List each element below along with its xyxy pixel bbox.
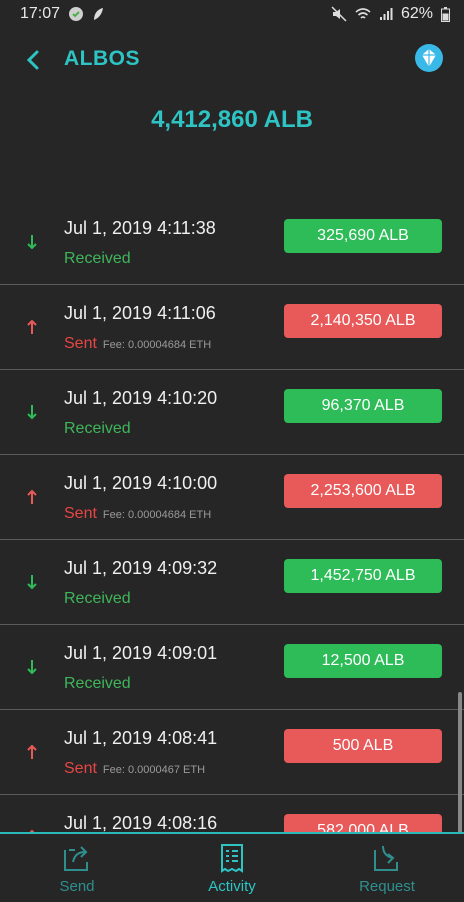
transaction-amount-badge: 12,500 ALB	[284, 644, 442, 678]
transaction-amount-badge: 325,690 ALB	[284, 219, 442, 253]
transaction-status: Received	[64, 250, 131, 268]
nav-request-label: Request	[359, 878, 415, 895]
nav-activity[interactable]: Activity	[155, 834, 309, 902]
transaction-status: Sent Fee: 0.00004684 ETH	[64, 335, 211, 353]
nav-request[interactable]: Request	[310, 834, 464, 902]
transaction-amount-badge: 1,452,750 ALB	[284, 559, 442, 593]
status-bar: 17:07 62%	[0, 0, 464, 28]
app-header: ALBOS	[0, 38, 464, 82]
arrow-down-icon	[26, 404, 38, 420]
transaction-row[interactable]: Jul 1, 2019 4:09:32 Received 1,452,750 ALB	[0, 540, 464, 625]
mute-icon	[331, 6, 347, 22]
battery-icon	[441, 6, 450, 22]
request-icon	[371, 842, 403, 874]
transaction-row[interactable]: Jul 1, 2019 4:08:16 582,000 ALB	[0, 795, 464, 832]
transaction-fee: Fee: 0.0000467 ETH	[102, 764, 206, 776]
transaction-row[interactable]: Jul 1, 2019 4:10:20 Received 96,370 ALB	[0, 370, 464, 455]
transaction-row[interactable]: Jul 1, 2019 4:10:00 Sent Fee: 0.00004684 E…	[0, 455, 464, 540]
send-icon	[61, 842, 93, 874]
transaction-status-label: Received	[64, 590, 131, 607]
transaction-date: Jul 1, 2019 4:11:38	[64, 218, 216, 238]
bottom-nav: Send Activity Request	[0, 832, 464, 902]
transaction-status-label: Sent	[64, 505, 97, 522]
status-time: 17:07	[20, 5, 61, 22]
battery-percent: 62%	[400, 5, 433, 22]
transaction-status: Sent Fee: 0.0000467 ETH	[64, 760, 205, 778]
activity-icon	[216, 842, 248, 874]
scrollbar[interactable]	[458, 692, 462, 850]
arrow-up-icon	[26, 489, 38, 505]
arrow-up-icon	[26, 319, 38, 335]
transaction-row[interactable]: Jul 1, 2019 4:11:06 Sent Fee: 0.00004684 E…	[0, 285, 464, 370]
albos-logo-icon[interactable]	[415, 44, 443, 72]
wallet-balance: 4,412,860 ALB	[151, 106, 313, 133]
transaction-date: Jul 1, 2019 4:09:32	[64, 558, 218, 578]
transaction-amount-badge: 2,253,600 ALB	[284, 474, 442, 508]
nav-send-label: Send	[59, 878, 95, 895]
transaction-row[interactable]: Jul 1, 2019 4:09:01 Received 12,500 ALB	[0, 625, 464, 710]
transaction-status-label: Received	[64, 250, 131, 267]
transaction-status: Sent Fee: 0.00004684 ETH	[64, 505, 211, 523]
arrow-down-icon	[26, 574, 38, 590]
leaf-icon	[92, 7, 104, 21]
status-bar-right: 62%	[331, 5, 450, 23]
transaction-amount-badge: 2,140,350 ALB	[284, 304, 442, 338]
transaction-status: Received	[64, 590, 131, 608]
transaction-row[interactable]: Jul 1, 2019 4:08:41 Sent Fee: 0.0000467 ET…	[0, 710, 464, 795]
transaction-fee: Fee: 0.00004684 ETH	[102, 509, 212, 521]
nav-send[interactable]: Send	[0, 834, 154, 902]
transaction-amount-badge: 500 ALB	[284, 729, 442, 763]
transaction-date: Jul 1, 2019 4:09:01	[64, 643, 218, 663]
arrow-down-icon	[26, 659, 38, 675]
transaction-amount-badge: 582,000 ALB	[284, 814, 442, 832]
transaction-date: Jul 1, 2019 4:08:41	[64, 728, 218, 748]
transaction-date: Jul 1, 2019 4:08:16	[64, 813, 218, 832]
arrow-up-icon	[26, 744, 38, 760]
transaction-status-label: Sent	[64, 760, 97, 777]
transaction-status-label: Received	[64, 420, 131, 437]
transaction-date: Jul 1, 2019 4:11:06	[64, 303, 216, 323]
page-title: ALBOS	[64, 47, 140, 70]
signal-icon	[379, 7, 393, 21]
transaction-date: Jul 1, 2019 4:10:20	[64, 388, 218, 408]
transaction-status-label: Received	[64, 675, 131, 692]
back-button[interactable]	[22, 46, 46, 74]
app-notification-icon	[68, 6, 84, 22]
transaction-amount-badge: 96,370 ALB	[284, 389, 442, 423]
chevron-left-icon	[22, 50, 46, 78]
wifi-icon	[355, 7, 371, 21]
transaction-status: Received	[64, 420, 131, 438]
nav-activity-label: Activity	[208, 878, 256, 895]
transaction-fee: Fee: 0.00004684 ETH	[102, 339, 212, 351]
arrow-down-icon	[26, 234, 38, 250]
transaction-row[interactable]: Jul 1, 2019 4:11:38 Received 325,690 ALB	[0, 200, 464, 285]
transaction-status-label: Sent	[64, 335, 97, 352]
transaction-list: Jul 1, 2019 4:11:38 Received 325,690 ALB Ju…	[0, 200, 464, 832]
transaction-date: Jul 1, 2019 4:10:00	[64, 473, 218, 493]
status-bar-left: 17:07	[20, 5, 104, 23]
transaction-status: Received	[64, 675, 131, 693]
